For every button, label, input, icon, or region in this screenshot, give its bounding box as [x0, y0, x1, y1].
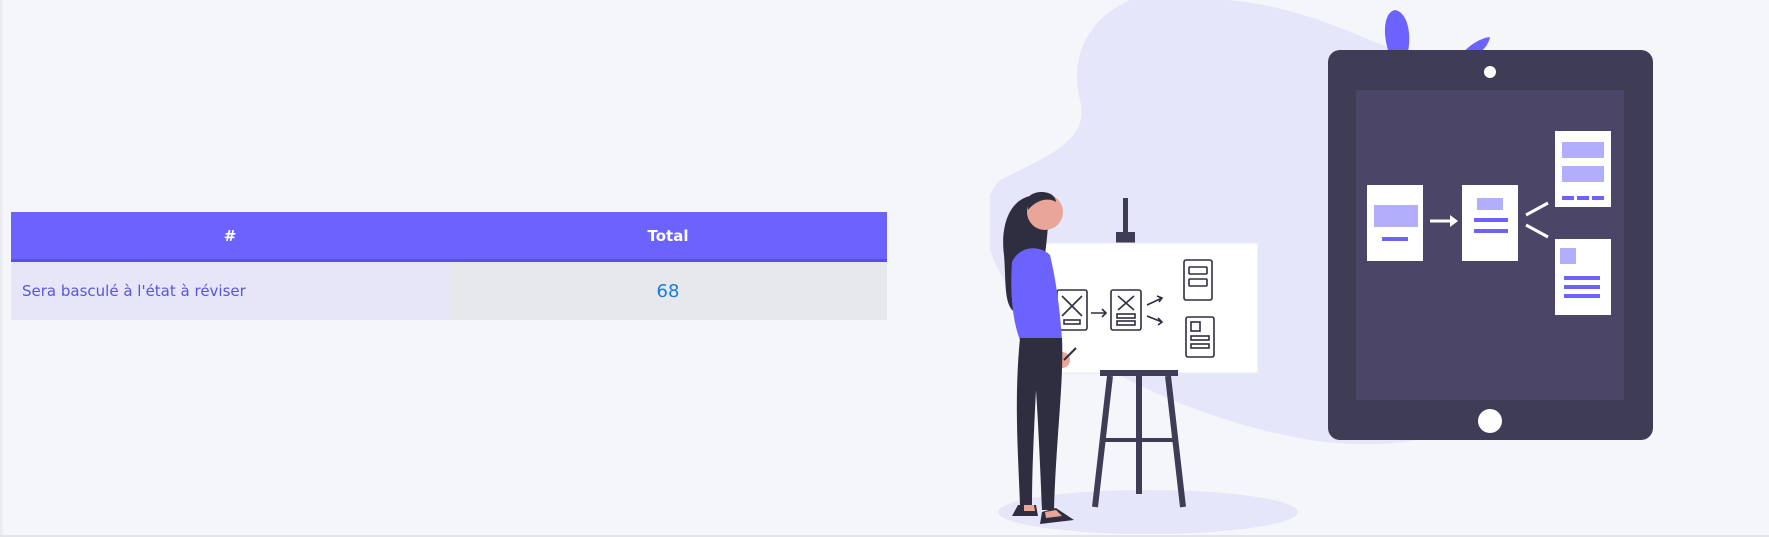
leaf-top — [1384, 10, 1410, 52]
row-total-value[interactable]: 68 — [449, 260, 887, 320]
row-label: Sera basculé à l'état à réviser — [11, 260, 449, 320]
woman-presenting-wireframes-illustration — [985, 0, 1769, 537]
stats-table: # Total Sera basculé à l'état à réviser … — [11, 212, 887, 320]
screen-card-2 — [1462, 185, 1518, 261]
page: # Total Sera basculé à l'état à réviser … — [0, 0, 1769, 537]
tablet-home-button — [1478, 409, 1502, 433]
table-header-row: # Total — [11, 212, 887, 262]
table-row: Sera basculé à l'état à réviser 68 — [11, 260, 887, 320]
column-header-hash[interactable]: # — [11, 212, 449, 262]
legs — [1016, 338, 1063, 510]
tablet-camera — [1484, 66, 1496, 78]
illustration-svg — [985, 0, 1653, 534]
left-edge-shadow — [0, 0, 4, 537]
column-header-total[interactable]: Total — [449, 212, 887, 262]
